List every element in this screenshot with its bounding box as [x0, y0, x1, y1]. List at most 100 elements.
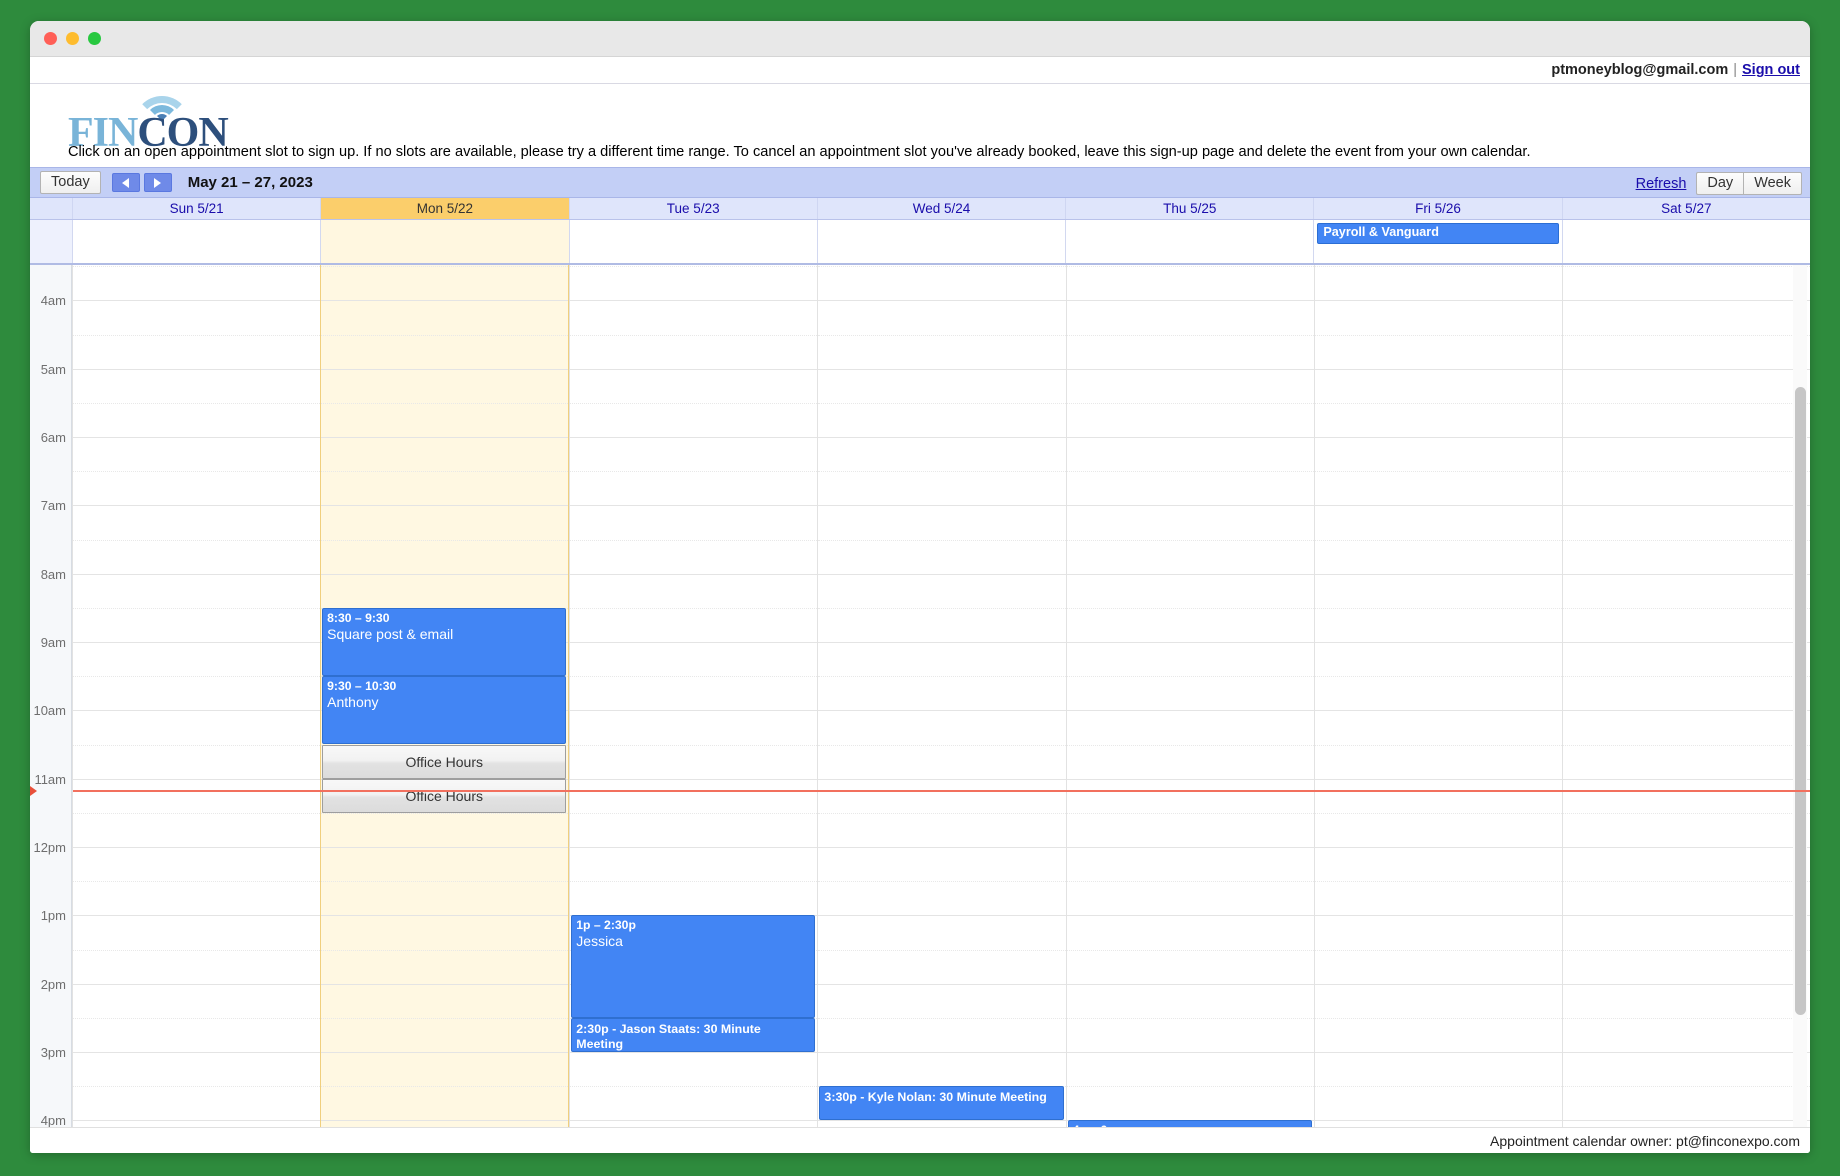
half-hour-gridline [321, 1086, 569, 1088]
calendar-event[interactable]: 2:30p - Jason Staats: 30 Minute Meeting [571, 1017, 816, 1052]
hour-gridline [818, 915, 1066, 917]
date-range-label: May 21 – 27, 2023 [187, 174, 313, 191]
week-view-button[interactable]: Week [1743, 171, 1802, 196]
half-hour-gridline [1066, 1086, 1314, 1088]
calendar-grid-scroll-area[interactable]: 1am2am3am4am5am6am7am8am9am10am11am12pm1… [30, 265, 1810, 1134]
half-hour-gridline [818, 334, 1066, 336]
calendar-event[interactable]: 3:30p - Kyle Nolan: 30 Minute Meeting [819, 1086, 1064, 1121]
half-hour-gridline [1562, 1017, 1810, 1019]
window-titlebar [30, 21, 1810, 57]
today-button[interactable]: Today [40, 170, 101, 195]
window-maximize-button[interactable] [88, 32, 101, 45]
half-hour-gridline [818, 949, 1066, 951]
previous-week-button[interactable] [111, 173, 140, 192]
browser-window: ptmoneyblog@gmail.com | Sign out FINCON … [30, 21, 1810, 1153]
hour-gridline [321, 1052, 569, 1053]
day-header-5[interactable]: Fri 5/26 [1313, 198, 1561, 219]
hour-gridline [1562, 642, 1810, 643]
next-week-button[interactable] [143, 173, 172, 192]
half-hour-gridline [570, 334, 818, 336]
day-header-6[interactable]: Sat 5/27 [1561, 198, 1810, 219]
hour-gridline [73, 505, 321, 507]
event-title: Anthony [327, 694, 379, 711]
hour-gridline [1562, 368, 1810, 370]
hour-gridline [818, 642, 1066, 643]
hour-gridline [1562, 300, 1810, 302]
vertical-scrollbar-thumb[interactable] [1795, 387, 1806, 1015]
half-hour-gridline [1562, 881, 1810, 883]
half-hour-gridline [321, 881, 569, 883]
hour-gridline [1314, 300, 1562, 302]
hour-gridline [73, 778, 321, 780]
day-column-5[interactable] [1313, 265, 1562, 1134]
day-column-6[interactable] [1561, 265, 1810, 1134]
all-day-cell-0[interactable] [72, 220, 321, 263]
open-appointment-slot[interactable]: Office Hours [322, 778, 567, 813]
all-day-cell-4[interactable] [1065, 220, 1314, 263]
fincon-logo: FINCON [68, 90, 229, 154]
half-hour-gridline [1314, 881, 1562, 883]
account-separator: | [1733, 62, 1737, 78]
hour-gridline [570, 437, 818, 438]
day-view-button[interactable]: Day [1696, 171, 1744, 196]
day-column-3[interactable]: 3:30p - Kyle Nolan: 30 Minute Meeting [817, 265, 1066, 1134]
refresh-link[interactable]: Refresh [1636, 176, 1687, 192]
day-column-2[interactable]: 1p – 2:30p Jessica 2:30p - Jason Staats: 3… [569, 265, 818, 1134]
hour-gridline [1066, 437, 1314, 438]
day-header-0[interactable]: Sun 5/21 [72, 198, 320, 219]
all-day-cell-6[interactable] [1561, 220, 1810, 263]
half-hour-gridline [570, 881, 818, 883]
account-email: ptmoneyblog@gmail.com [1551, 62, 1729, 78]
half-hour-gridline [570, 744, 818, 746]
hour-gridline [1562, 983, 1810, 985]
sign-out-link[interactable]: Sign out [1742, 62, 1800, 78]
event-title: Square post & email [327, 625, 454, 642]
calendar-event[interactable]: 8:30 – 9:30 Square post & email [322, 607, 567, 677]
half-hour-gridline [818, 539, 1066, 541]
day-column-1[interactable]: 8:30 – 9:30 Square post & email 9:30 – 10:… [320, 265, 570, 1134]
calendar-event[interactable]: 1p – 2:30p Jessica [571, 915, 816, 1018]
all-day-cell-2[interactable] [568, 220, 817, 263]
calendar-event[interactable]: 9:30 – 10:30 Anthony [322, 676, 567, 745]
vertical-scrollbar[interactable] [1793, 265, 1807, 1134]
half-hour-gridline [73, 1086, 321, 1088]
day-header-2[interactable]: Tue 5/23 [568, 198, 817, 219]
time-label: 6am [40, 430, 66, 445]
hour-gridline [1562, 915, 1810, 917]
all-day-event[interactable]: Payroll & Vanguard [1317, 223, 1559, 244]
half-hour-gridline [1562, 539, 1810, 541]
day-header-3[interactable]: Wed 5/24 [816, 198, 1065, 219]
window-close-button[interactable] [44, 32, 57, 45]
all-day-cell-3[interactable] [816, 220, 1066, 263]
page-header: FINCON Click on an open appointment slot… [30, 84, 1810, 167]
hour-gridline [1314, 573, 1562, 575]
half-hour-gridline [1562, 471, 1810, 473]
time-label: 4am [40, 293, 66, 309]
half-hour-gridline [73, 607, 321, 609]
open-slot-label: Office Hours [405, 753, 483, 770]
hour-gridline [1562, 847, 1810, 848]
half-hour-gridline [1562, 334, 1810, 336]
all-day-cell-1[interactable] [320, 220, 569, 263]
half-hour-gridline [1314, 676, 1562, 678]
half-hour-gridline [1066, 744, 1314, 746]
half-hour-gridline [321, 949, 569, 951]
day-header-1[interactable]: Mon 5/22 [320, 198, 569, 219]
half-hour-gridline [73, 881, 321, 883]
day-column-4[interactable]: 4p – 6pSafelite replacement appointment2… [1065, 265, 1314, 1134]
day-column-0[interactable] [72, 265, 321, 1134]
half-hour-gridline [570, 607, 818, 609]
event-time: 3:30p - Kyle Nolan: 30 Minute Meeting [824, 1090, 1047, 1105]
half-hour-gridline [1314, 1086, 1562, 1088]
hour-gridline [1314, 437, 1562, 438]
hour-gridline [818, 300, 1066, 302]
open-appointment-slot[interactable]: Office Hours [322, 744, 567, 779]
all-day-cell-5[interactable]: Payroll & Vanguard [1313, 220, 1562, 263]
day-header-4[interactable]: Thu 5/25 [1065, 198, 1313, 219]
half-hour-gridline [1314, 266, 1562, 268]
page-content: ptmoneyblog@gmail.com | Sign out FINCON … [30, 57, 1810, 1153]
window-minimize-button[interactable] [66, 32, 79, 45]
hour-gridline [818, 983, 1066, 985]
day-columns: 8:30 – 9:30 Square post & email 9:30 – 10:… [72, 265, 1810, 1134]
half-hour-gridline [321, 334, 569, 336]
